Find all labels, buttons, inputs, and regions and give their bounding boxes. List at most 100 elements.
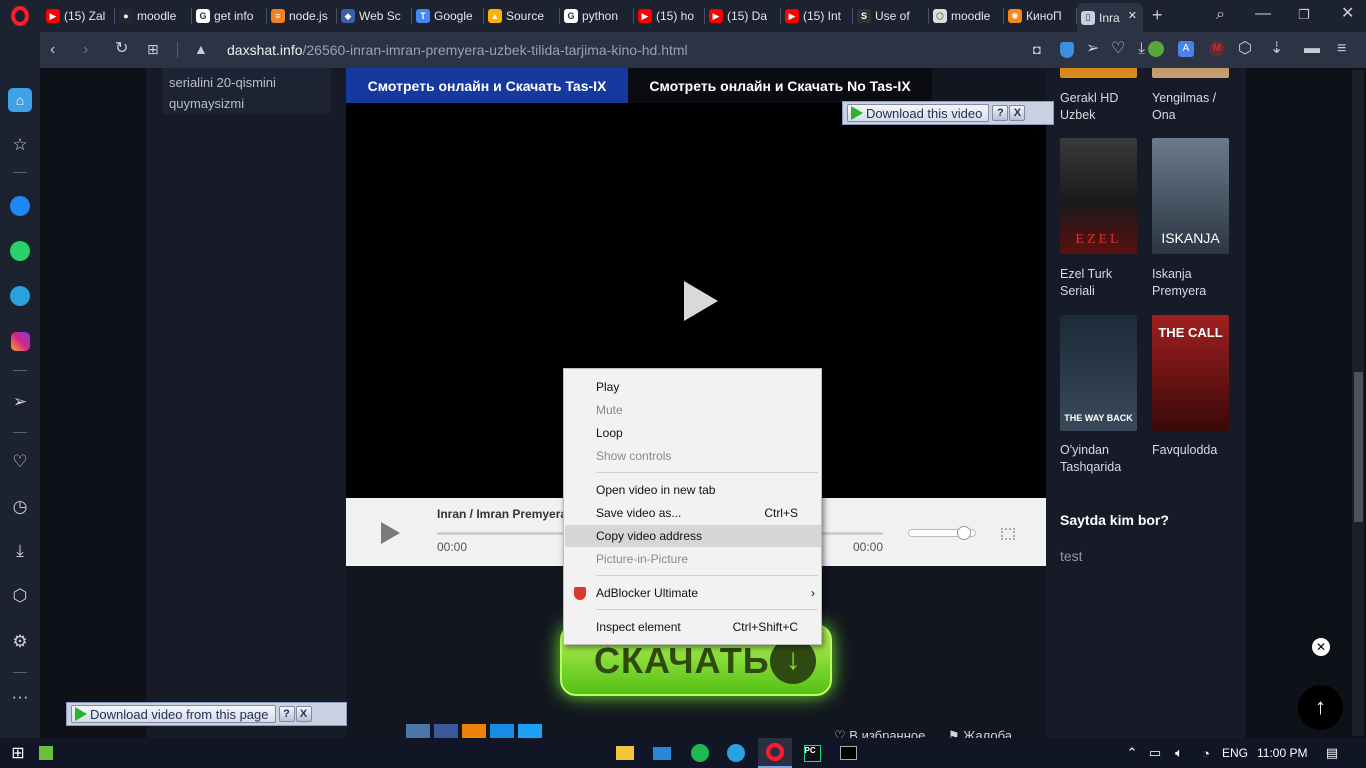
- movie-title[interactable]: Favqulodda: [1152, 442, 1242, 459]
- settings-gear-icon[interactable]: ⚙: [8, 630, 32, 654]
- browser-tab[interactable]: ▶ (15) ho: [634, 3, 705, 29]
- movie-title[interactable]: Gerakl HD Uzbek: [1060, 90, 1150, 124]
- play-overlay-icon[interactable]: [684, 281, 718, 321]
- play-button-icon[interactable]: [381, 522, 400, 544]
- browser-tab[interactable]: ≡ node.js: [267, 3, 337, 29]
- browser-tab[interactable]: ▶ (15) Zal: [42, 3, 115, 29]
- browser-tab[interactable]: ▯ Inra ✕: [1077, 3, 1143, 32]
- battery-icon[interactable]: ▭: [1145, 743, 1165, 763]
- movie-title[interactable]: Iskanja Premyera: [1152, 266, 1242, 300]
- restore-window-icon[interactable]: ❐: [1298, 7, 1310, 23]
- mega-extension-icon[interactable]: M: [1209, 41, 1225, 57]
- pinned-app-icon[interactable]: [36, 743, 56, 763]
- movie-title[interactable]: Yengilmas / Ona: [1152, 90, 1242, 124]
- help-icon[interactable]: ?: [992, 105, 1009, 121]
- movie-poster[interactable]: EZEL: [1060, 138, 1137, 254]
- movie-poster[interactable]: THE CALL: [1152, 315, 1229, 431]
- movie-poster[interactable]: [1152, 68, 1229, 78]
- vpn-shield-icon[interactable]: [1060, 42, 1074, 58]
- bookmark-heart-icon[interactable]: ♡: [1111, 41, 1125, 57]
- notifications-icon[interactable]: ▤: [1322, 743, 1342, 763]
- menu-item-save-video[interactable]: Save video as... Ctrl+S: [565, 502, 821, 524]
- download-icon[interactable]: ⤓: [1138, 41, 1145, 57]
- browser-tab[interactable]: T Google: [412, 3, 484, 29]
- share-vk-icon[interactable]: [406, 724, 430, 738]
- volume-icon[interactable]: 🔈︎: [1169, 743, 1189, 763]
- history-icon[interactable]: ◷: [8, 495, 32, 519]
- home-icon[interactable]: ⌂: [8, 88, 32, 112]
- tray-chevron-up-icon[interactable]: ⌃: [1122, 743, 1142, 763]
- browser-tab[interactable]: ◆ Web Sc: [337, 3, 412, 29]
- easy-setup-icon[interactable]: ▬: [1304, 41, 1320, 57]
- server-tab-tasix[interactable]: Смотреть онлайн и Скачать Tas-IX: [346, 68, 628, 104]
- pycharm-icon[interactable]: PC: [802, 743, 822, 763]
- spotify-icon[interactable]: [690, 743, 710, 763]
- server-tab-no-tasix[interactable]: Смотреть онлайн и Скачать No Tas-IX: [628, 68, 932, 104]
- close-ad-icon[interactable]: ✕: [1312, 638, 1330, 656]
- scroll-to-top-button[interactable]: ↑: [1298, 685, 1343, 730]
- menu-item-adblocker[interactable]: AdBlocker Ultimate ›: [565, 582, 821, 604]
- tabs-grid-icon[interactable]: ⊞: [147, 41, 159, 57]
- reload-icon[interactable]: ↻: [115, 41, 128, 57]
- left-sidebar-card[interactable]: serialini 20-qismini quymaysizmi: [162, 68, 331, 114]
- opera-logo-icon[interactable]: [11, 6, 29, 26]
- share-twitter-icon[interactable]: [518, 724, 542, 738]
- menu-item-play[interactable]: Play: [565, 376, 821, 398]
- fullscreen-icon[interactable]: [1001, 528, 1015, 540]
- download-from-page-button[interactable]: Download video from this page: [71, 705, 276, 723]
- share-odnoklassniki-icon[interactable]: [462, 724, 486, 738]
- browser-tab[interactable]: ● moodle: [115, 3, 192, 29]
- extensions-cube-icon[interactable]: ⬡: [1238, 41, 1252, 57]
- close-overlay-icon[interactable]: X: [1009, 105, 1026, 121]
- send-flow-icon[interactable]: ➢: [8, 390, 32, 414]
- browser-tab[interactable]: ⬡ moodle: [929, 3, 1004, 29]
- close-window-icon[interactable]: ✕: [1341, 6, 1354, 22]
- help-icon[interactable]: ?: [278, 706, 295, 722]
- who-online-user[interactable]: test: [1060, 548, 1083, 564]
- command-prompt-icon[interactable]: [838, 743, 858, 763]
- messenger-icon[interactable]: [8, 194, 32, 218]
- browser-tab[interactable]: Gpython: [560, 3, 634, 29]
- minimize-window-icon[interactable]: —: [1255, 6, 1271, 22]
- forward-icon[interactable]: ›: [83, 42, 88, 58]
- snapshot-icon[interactable]: ⇣: [1270, 41, 1283, 57]
- instagram-icon[interactable]: [8, 329, 32, 353]
- menu-item-copy-video-address[interactable]: Copy video address: [565, 525, 821, 547]
- url-field[interactable]: daxshat.info/26560-inran-imran-premyera-…: [227, 42, 688, 58]
- close-tab-icon[interactable]: ✕: [1128, 9, 1137, 22]
- browser-tab[interactable]: ✺ КиноП: [1004, 3, 1077, 29]
- complaint-link[interactable]: ⚑ Жалоба: [948, 728, 1012, 738]
- telegram-icon[interactable]: [8, 284, 32, 308]
- browser-tab[interactable]: ▶ (15) Int: [781, 3, 853, 29]
- menu-icon[interactable]: ≡: [1337, 41, 1346, 57]
- movie-title[interactable]: O'yindan Tashqarida: [1060, 442, 1150, 476]
- windows-start-icon[interactable]: ⊞: [8, 743, 28, 763]
- more-options-icon[interactable]: ···: [8, 685, 32, 709]
- back-icon[interactable]: ‹: [50, 42, 55, 58]
- language-indicator[interactable]: ENG: [1222, 746, 1248, 760]
- movie-poster[interactable]: ISKANJA: [1152, 138, 1229, 254]
- clock[interactable]: 11:00 PM: [1257, 746, 1307, 760]
- share-facebook-icon[interactable]: [434, 724, 458, 738]
- download-this-video-button[interactable]: Download this video: [847, 104, 990, 122]
- heart-icon[interactable]: ♡: [8, 450, 32, 474]
- scrollbar-thumb[interactable]: [1354, 372, 1363, 522]
- camera-icon[interactable]: ◘: [1033, 42, 1041, 58]
- favorite-link[interactable]: ♡ В избранное: [834, 728, 925, 738]
- file-explorer-icon[interactable]: [615, 743, 635, 763]
- close-overlay-icon[interactable]: X: [295, 706, 312, 722]
- search-tabs-icon[interactable]: ⌕: [1216, 7, 1225, 23]
- menu-item-inspect-element[interactable]: Inspect element Ctrl+Shift+C: [565, 616, 821, 638]
- browser-tab[interactable]: Gget info: [192, 3, 267, 29]
- browser-tab[interactable]: ▲ Source: [484, 3, 560, 29]
- browser-tab[interactable]: ▶ (15) Da: [705, 3, 781, 29]
- vpn-extension-icon[interactable]: [1148, 41, 1164, 57]
- extensions-icon[interactable]: ⬡: [8, 584, 32, 608]
- not-secure-warning-icon[interactable]: ▲: [194, 41, 208, 57]
- movie-poster[interactable]: [1060, 68, 1137, 78]
- new-tab-icon[interactable]: +: [1152, 6, 1163, 24]
- movie-title[interactable]: Ezel Turk Seriali: [1060, 266, 1150, 300]
- volume-knob[interactable]: [957, 526, 971, 540]
- mail-icon[interactable]: [652, 743, 672, 763]
- opera-taskbar-active[interactable]: [758, 738, 792, 768]
